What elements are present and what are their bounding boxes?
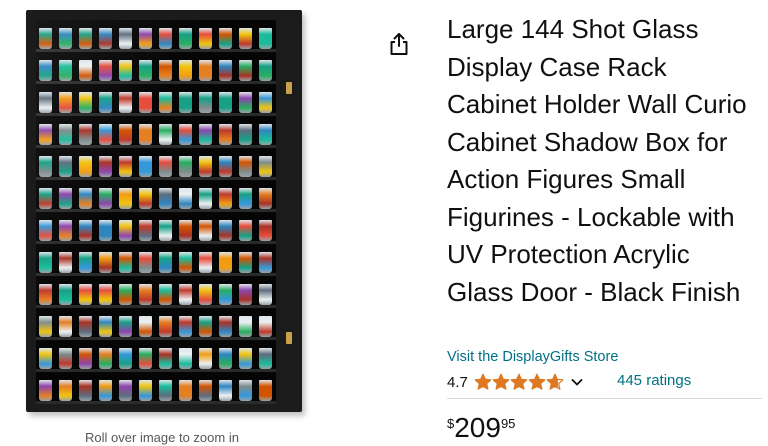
star-icon	[510, 373, 528, 390]
share-icon[interactable]	[387, 31, 411, 57]
product-image[interactable]	[22, 10, 312, 416]
chevron-down-icon[interactable]	[570, 375, 584, 389]
price-fraction: 95	[500, 416, 516, 431]
cabinet-hinge	[286, 82, 292, 94]
ratings-count-link[interactable]: 445 ratings	[617, 372, 691, 389]
rating-value: 4.7	[447, 373, 468, 391]
price-symbol: $	[447, 416, 455, 431]
star-icon	[492, 373, 510, 390]
star-icon	[474, 373, 492, 390]
product-title: Large 144 Shot Glass Display Case Rack C…	[447, 14, 747, 307]
store-link[interactable]: Visit the DisplayGifts Store	[447, 349, 618, 365]
cabinet-hinge	[286, 332, 292, 344]
star-icon	[546, 373, 564, 390]
rating-summary[interactable]: 4.7	[447, 372, 584, 392]
divider	[447, 398, 762, 399]
star-rating[interactable]	[474, 373, 564, 391]
glass-reflection	[36, 20, 276, 404]
price: $ 209 95	[447, 412, 515, 444]
price-whole: 209	[454, 412, 501, 443]
display-cabinet	[26, 10, 302, 412]
star-icon	[528, 373, 546, 390]
zoom-hint: Roll over image to zoom in	[85, 430, 239, 445]
